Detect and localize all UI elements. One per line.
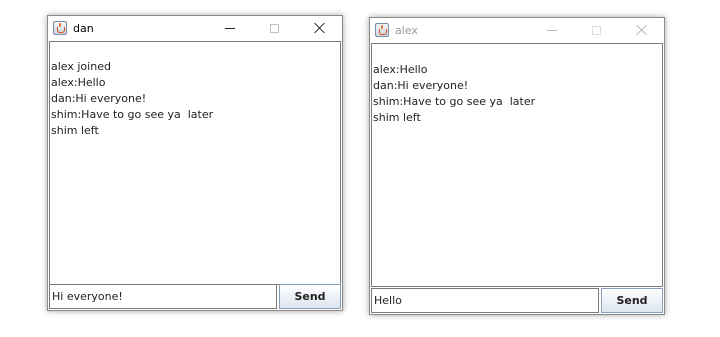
chat-message: dan:Hi everyone! bbox=[373, 79, 469, 92]
chat-message: shim left bbox=[373, 111, 421, 124]
window-title: dan bbox=[73, 21, 94, 35]
maximize-button[interactable] bbox=[252, 16, 297, 40]
chat-message: shim:Have to go see ya later bbox=[51, 108, 214, 121]
minimize-icon bbox=[224, 27, 235, 29]
send-button[interactable]: Send bbox=[279, 284, 341, 309]
maximize-icon bbox=[270, 23, 279, 33]
input-bar: Send bbox=[371, 288, 663, 313]
minimize-button[interactable] bbox=[207, 16, 252, 40]
send-button[interactable]: Send bbox=[601, 288, 663, 313]
title-bar[interactable]: alex bbox=[370, 18, 664, 42]
java-cup-icon bbox=[375, 23, 389, 37]
chat-message: dan:Hi everyone! bbox=[51, 92, 147, 105]
chat-message: shim:Have to go see ya later bbox=[373, 95, 536, 108]
message-input[interactable] bbox=[49, 284, 277, 309]
chat-window-dan[interactable]: dan alex joined alex:Hello dan:Hi everyo… bbox=[47, 15, 343, 311]
close-icon bbox=[314, 22, 326, 34]
close-button[interactable] bbox=[297, 16, 342, 40]
maximize-button[interactable] bbox=[574, 18, 619, 42]
input-bar: Send bbox=[49, 284, 341, 309]
close-button[interactable] bbox=[619, 18, 664, 42]
chat-message: alex joined bbox=[51, 60, 111, 73]
minimize-icon bbox=[546, 29, 557, 31]
chat-window-alex[interactable]: alex alex:Hello dan:Hi everyone! shim:Ha… bbox=[369, 17, 665, 315]
title-bar[interactable]: dan bbox=[48, 16, 342, 40]
java-cup-icon bbox=[53, 21, 67, 35]
window-title: alex bbox=[395, 23, 418, 37]
chat-log[interactable]: alex joined alex:Hello dan:Hi everyone! … bbox=[49, 41, 341, 285]
chat-message: shim left bbox=[51, 124, 99, 137]
maximize-icon bbox=[592, 25, 601, 35]
close-icon bbox=[636, 24, 648, 36]
minimize-button[interactable] bbox=[529, 18, 574, 42]
message-input[interactable] bbox=[371, 288, 599, 313]
chat-log[interactable]: alex:Hello dan:Hi everyone! shim:Have to… bbox=[371, 43, 663, 287]
chat-message: alex:Hello bbox=[51, 76, 106, 89]
chat-message: alex:Hello bbox=[373, 63, 428, 76]
